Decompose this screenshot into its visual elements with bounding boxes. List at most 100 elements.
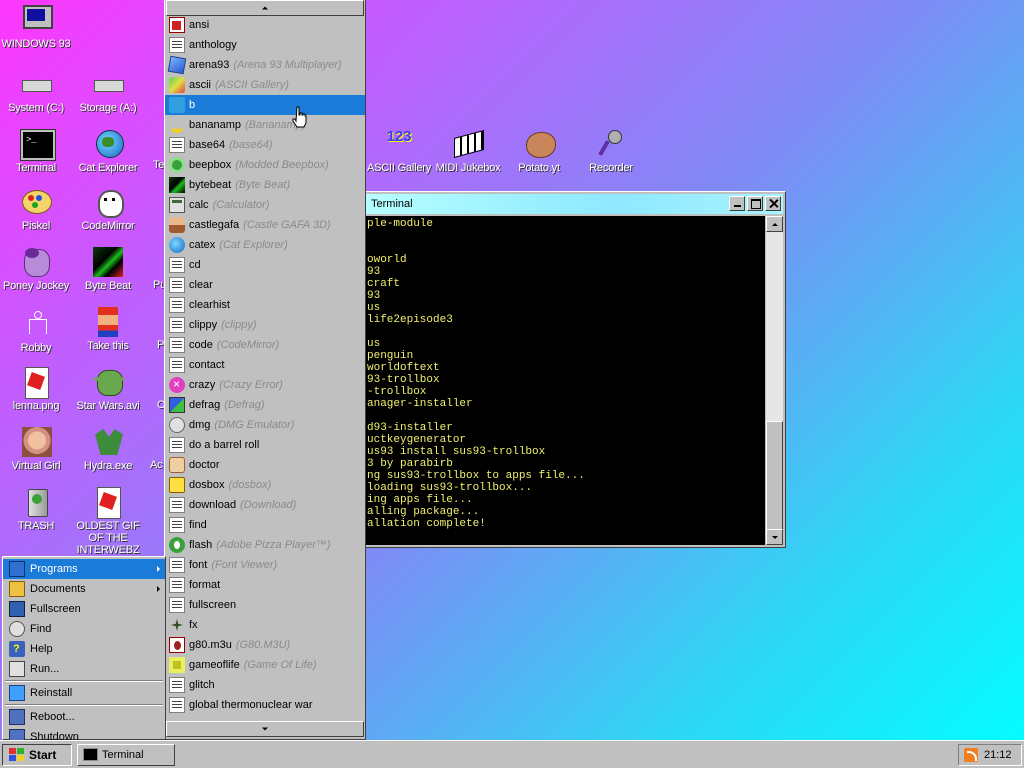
program-item-download[interactable]: download (Download) <box>165 495 365 515</box>
program-item-g80-m3u[interactable]: g80.m3u (G80.M3U) <box>165 635 365 655</box>
scroll-thumb[interactable] <box>766 421 783 533</box>
start-menu-item-documents[interactable]: Documents <box>3 579 165 599</box>
program-name: gameoflife <box>189 659 240 671</box>
start-menu-item-fullscreen[interactable]: Fullscreen <box>3 599 165 619</box>
start-menu-label: Fullscreen <box>30 603 81 615</box>
program-item-ansi[interactable]: ansi <box>165 15 365 35</box>
scroll-up-button[interactable] <box>766 216 783 232</box>
program-item-clippy[interactable]: clippy (clippy) <box>165 315 365 335</box>
desktop-icon-lenna[interactable]: lenna.png <box>1 366 71 412</box>
program-item-code[interactable]: code (CodeMirror) <box>165 335 365 355</box>
desktop-icon-label: Potato.yt <box>518 162 560 174</box>
rss-icon[interactable] <box>964 748 978 762</box>
desktop-icon-poney-jockey[interactable]: Poney Jockey <box>1 246 71 292</box>
desktop-icon-take-this[interactable]: Take this <box>73 306 143 352</box>
start-menu-item-run[interactable]: Run... <box>3 659 165 679</box>
program-description: (Font Viewer) <box>211 559 278 571</box>
program-item-fx[interactable]: fx <box>165 615 365 635</box>
taskbar-terminal-button[interactable]: Terminal <box>77 744 175 766</box>
desktop-icon-windows93[interactable]: WINDOWS 93 <box>1 4 71 50</box>
start-menu-item-reinstall[interactable]: Reinstall <box>3 683 165 703</box>
terminal-scrollbar[interactable] <box>766 216 783 545</box>
program-item-fullscreen[interactable]: fullscreen <box>165 595 365 615</box>
desktop-icon-potato[interactable]: Potato.yt <box>504 128 574 174</box>
start-menu-item-find[interactable]: Find <box>3 619 165 639</box>
program-item-b[interactable]: b <box>165 95 365 115</box>
program-item-bananamp[interactable]: bananamp (Bananamp) <box>165 115 365 135</box>
terminal-line: uctkeygenerator <box>367 434 467 446</box>
program-item-catex[interactable]: catex (Cat Explorer) <box>165 235 365 255</box>
desktop-icon-midi-jukebox[interactable]: MIDI Jukebox <box>433 128 503 174</box>
desktop-icon-trash[interactable]: TRASH <box>1 486 71 532</box>
program-item-format[interactable]: format <box>165 575 365 595</box>
terminal-line: allation complete! <box>367 518 486 530</box>
desktop-icon-piskel[interactable]: Piskel <box>1 186 71 232</box>
maximize-button[interactable] <box>747 196 763 211</box>
menu-scroll-down-button[interactable] <box>166 721 364 737</box>
program-item-glitch[interactable]: glitch <box>165 675 365 695</box>
start-menu-item-help[interactable]: Help <box>3 639 165 659</box>
trash-icon <box>19 486 53 518</box>
art-icon <box>169 77 185 93</box>
start-menu-item-reboot[interactable]: Reboot... <box>3 707 165 727</box>
program-item-bytebeat[interactable]: bytebeat (Byte Beat) <box>165 175 365 195</box>
program-item-arena93[interactable]: arena93 (Arena 93 Multiplayer) <box>165 55 365 75</box>
program-name: anthology <box>189 39 237 51</box>
start-menu-item-programs[interactable]: Programs <box>3 559 165 579</box>
desktop-icon-star-wars[interactable]: Star Wars.avi <box>73 366 143 412</box>
program-item-clear[interactable]: clear <box>165 275 365 295</box>
desktop-icon-recorder[interactable]: Recorder <box>576 128 646 174</box>
program-item-gameoflife[interactable]: gameoflife (Game Of Life) <box>165 655 365 675</box>
program-item-ascii[interactable]: ascii (ASCII Gallery) <box>165 75 365 95</box>
run-icon <box>9 661 25 677</box>
desktop-icon-terminal[interactable]: Terminal <box>1 128 71 174</box>
scroll-down-button[interactable] <box>766 529 783 545</box>
catglobe-icon <box>169 237 185 253</box>
program-item-dmg[interactable]: dmg (DMG Emulator) <box>165 415 365 435</box>
program-item-beepbox[interactable]: beepbox (Modded Beepbox) <box>165 155 365 175</box>
program-item-clearhist[interactable]: clearhist <box>165 295 365 315</box>
generic-icon <box>169 317 185 333</box>
terminal-output[interactable]: ple-module oworld 93 craft 93 us life2episode3… <box>363 216 765 545</box>
program-item-contact[interactable]: contact <box>165 355 365 375</box>
desktop-icon-ascii-gallery[interactable]: ASCII Gallery <box>361 128 437 174</box>
chevron-up-icon <box>262 6 268 10</box>
program-item-castlegafa[interactable]: castlegafa (Castle GAFA 3D) <box>165 215 365 235</box>
program-item-find[interactable]: find <box>165 515 365 535</box>
start-menu-label: Programs <box>30 563 78 575</box>
program-item-font[interactable]: font (Font Viewer) <box>165 555 365 575</box>
minimize-button[interactable] <box>729 196 745 211</box>
program-item-do-a-barrel-roll[interactable]: do a barrel roll <box>165 435 365 455</box>
program-item-anthology[interactable]: anthology <box>165 35 365 55</box>
program-item-dosbox[interactable]: dosbox (dosbox) <box>165 475 365 495</box>
program-item-calc[interactable]: calc (Calculator) <box>165 195 365 215</box>
program-item-cd[interactable]: cd <box>165 255 365 275</box>
desktop-icon-codemirror[interactable]: CodeMirror <box>73 186 143 232</box>
generic-icon <box>169 277 185 293</box>
terminal-window[interactable]: Terminal ple-module oworld 93 craft 93 us life… <box>360 191 786 548</box>
program-item-global-thermonuclear-war[interactable]: global thermonuclear war <box>165 695 365 715</box>
start-button[interactable]: Start <box>2 744 72 766</box>
windows-logo-icon <box>9 748 25 762</box>
program-item-defrag[interactable]: defrag (Defrag) <box>165 395 365 415</box>
program-item-flash[interactable]: flash (Adobe Pizza Player™) <box>165 535 365 555</box>
desktop-icon-cat-explorer[interactable]: Cat Explorer <box>73 128 143 174</box>
desktop-icon-oldest-gif[interactable]: OLDEST GIF OF THE INTERWEBZ <box>73 486 143 556</box>
desktop-icon-virtual-girl[interactable]: Virtual Girl <box>1 426 71 472</box>
desktop-icon-label: Take this <box>87 340 129 352</box>
program-description: (base64) <box>229 139 273 151</box>
desktop-icon-storage-a[interactable]: Storage (A:) <box>73 68 143 114</box>
programs-submenu[interactable]: ansi anthology arena93 (Arena 93 Multiplaye… <box>164 0 366 740</box>
menu-scroll-up-button[interactable] <box>166 0 364 16</box>
desktop-icon-hydra[interactable]: Hydra.exe <box>73 426 143 472</box>
program-item-crazy[interactable]: crazy(Crazy Error) <box>165 375 365 395</box>
program-item-doctor[interactable]: doctor <box>165 455 365 475</box>
terminal-line: ing apps file... <box>367 494 473 506</box>
terminal-titlebar[interactable]: Terminal <box>363 194 783 214</box>
desktop-icon-system-c[interactable]: System (C:) <box>1 68 71 114</box>
close-button[interactable] <box>765 196 781 211</box>
desktop-icon-byte-beat[interactable]: Byte Beat <box>73 246 143 292</box>
desktop-icon-robby[interactable]: Robby <box>1 308 71 354</box>
generic-icon <box>169 597 185 613</box>
program-item-base64[interactable]: base64 (base64) <box>165 135 365 155</box>
